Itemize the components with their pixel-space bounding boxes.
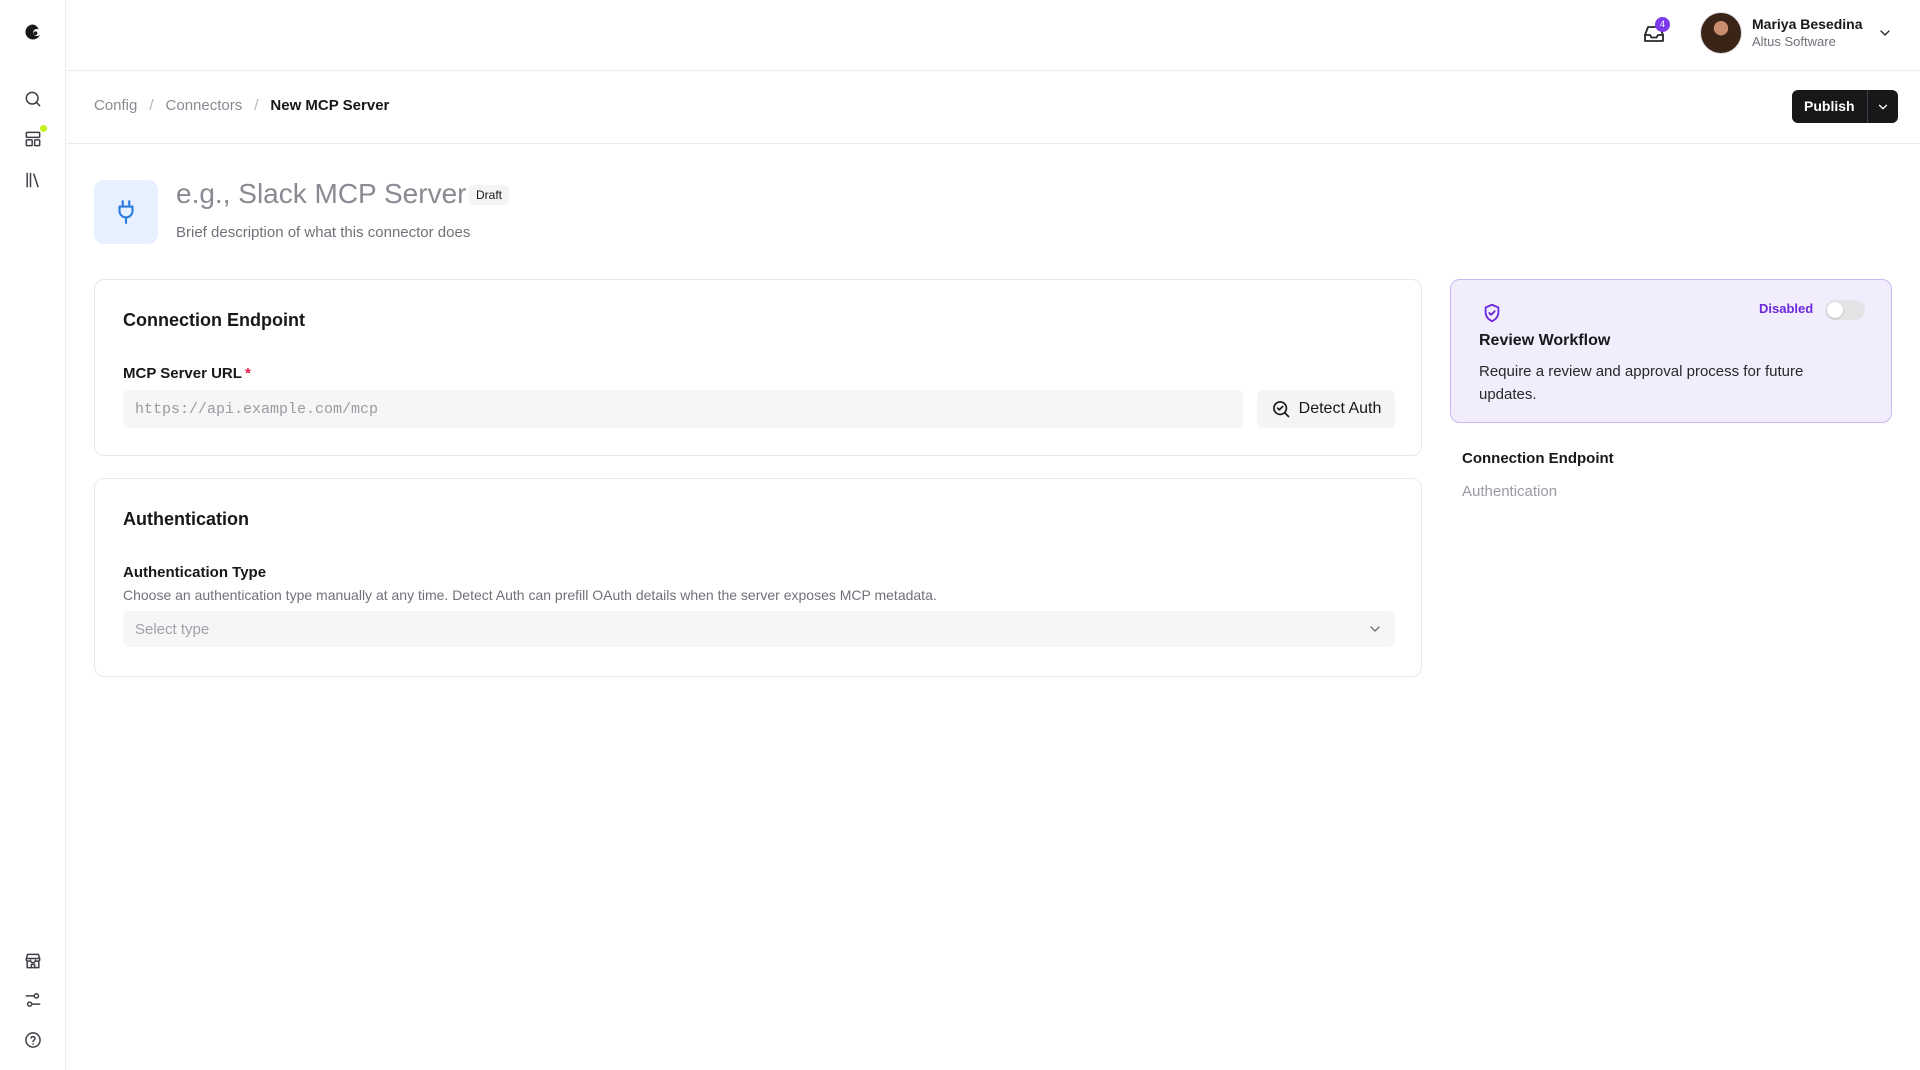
rail-search[interactable] — [17, 83, 49, 115]
connector-icon-tile[interactable] — [94, 180, 158, 244]
section-nav-authentication[interactable]: Authentication — [1462, 483, 1614, 500]
auth-type-help: Choose an authentication type manually a… — [123, 587, 937, 603]
review-workflow-toggle[interactable] — [1825, 300, 1865, 320]
active-indicator-dot — [40, 125, 47, 132]
search-check-icon — [1272, 401, 1289, 418]
user-menu[interactable]: Mariya Besedina Altus Software — [1700, 12, 1893, 54]
authentication-card: Authentication Authentication Type Choos… — [94, 478, 1422, 677]
auth-type-label: Authentication Type — [123, 564, 267, 581]
rail-store[interactable] — [17, 945, 49, 977]
section-title: Authentication — [123, 509, 249, 529]
required-mark: * — [244, 365, 251, 382]
chevron-down-icon — [1370, 626, 1380, 632]
mcp-server-url-input[interactable] — [123, 390, 1243, 428]
detect-auth-label: Detect Auth — [1298, 400, 1382, 417]
rail-library[interactable] — [17, 164, 49, 196]
rail-connectors[interactable] — [17, 123, 49, 155]
shield-check-icon — [1484, 303, 1500, 323]
sliders-icon — [25, 993, 41, 1007]
breadcrumb-separator: / — [149, 97, 154, 114]
review-status-label: Disabled — [1759, 301, 1814, 316]
url-label-text: MCP Server URL — [123, 365, 242, 382]
detect-auth-button[interactable]: Detect Auth — [1257, 390, 1395, 428]
search-icon — [25, 91, 41, 107]
breadcrumb-current: New MCP Server — [270, 97, 390, 114]
breadcrumb: Config / Connectors / New MCP Server — [94, 97, 389, 114]
logo-icon — [25, 24, 40, 40]
store-icon — [25, 953, 41, 969]
chevron-down-icon — [1878, 104, 1887, 109]
section-title: Connection Endpoint — [123, 310, 305, 330]
plug-icon — [118, 200, 134, 224]
section-nav-connection-endpoint[interactable]: Connection Endpoint — [1462, 450, 1614, 467]
user-name: Mariya Besedina — [1752, 16, 1863, 32]
connection-endpoint-card: Connection Endpoint MCP Server URL* Dete… — [94, 279, 1422, 456]
rail-settings[interactable] — [17, 984, 49, 1016]
status-badge: Draft — [469, 185, 510, 205]
breadcrumb-separator: / — [254, 97, 259, 114]
auth-type-placeholder: Select type — [135, 620, 210, 638]
breadcrumb-config[interactable]: Config — [94, 97, 137, 114]
connector-description-input[interactable]: Brief description of what this connector… — [176, 224, 470, 241]
review-description: Require a review and approval process fo… — [1479, 363, 1804, 403]
publish-button[interactable]: Publish — [1792, 90, 1867, 123]
breadcrumb-bar: Config / Connectors / New MCP Server Pub… — [66, 71, 1920, 144]
app-logo[interactable] — [17, 16, 49, 48]
inbox-count-badge: 4 — [1655, 17, 1670, 32]
publish-options-button[interactable] — [1866, 90, 1898, 123]
left-rail — [0, 0, 66, 1070]
help-circle-icon — [25, 1032, 41, 1048]
section-nav: Connection Endpoint Authentication — [1462, 450, 1614, 500]
breadcrumb-connectors[interactable]: Connectors — [166, 97, 243, 114]
rail-help[interactable] — [17, 1024, 49, 1056]
user-info: Mariya Besedina Altus Software — [1752, 15, 1863, 51]
publish-button-group: Publish — [1792, 90, 1898, 123]
chevron-down-icon — [1879, 30, 1890, 36]
library-icon — [26, 172, 39, 188]
inbox-button[interactable]: 4 — [1637, 17, 1671, 51]
auth-type-select[interactable]: Select type — [123, 611, 1395, 647]
review-title: Review Workflow — [1479, 332, 1611, 349]
url-field-label: MCP Server URL * — [123, 365, 251, 382]
user-org: Altus Software — [1752, 34, 1836, 49]
layout-dashboard-icon — [25, 131, 41, 147]
connector-name-input[interactable]: e.g., Slack MCP Server — [176, 178, 466, 210]
avatar — [1700, 12, 1742, 54]
toggle-knob — [1827, 302, 1843, 318]
review-workflow-card: Disabled Review Workflow Require a revie… — [1450, 279, 1892, 423]
